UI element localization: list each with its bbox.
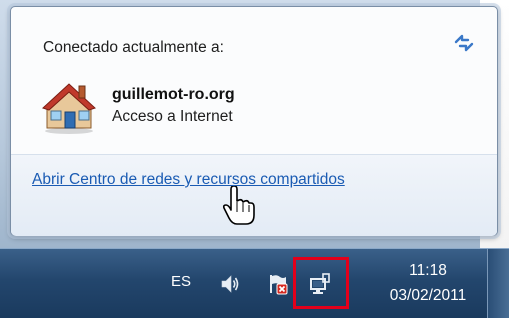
network-status: Acceso a Internet bbox=[112, 108, 233, 125]
clock-time[interactable]: 11:18 bbox=[376, 262, 480, 280]
taskbar: ES 11:18 03/02/2011 bbox=[0, 248, 509, 318]
network-name: guillemot-ro.org bbox=[112, 86, 235, 103]
refresh-icon[interactable] bbox=[453, 33, 475, 53]
show-desktop-button[interactable] bbox=[487, 249, 509, 318]
action-center-flag-icon[interactable] bbox=[267, 273, 289, 295]
open-network-center-link[interactable]: Abrir Centro de redes y recursos compart… bbox=[32, 171, 345, 189]
language-indicator[interactable]: ES bbox=[171, 273, 191, 290]
speaker-icon[interactable] bbox=[219, 273, 241, 295]
clock-date[interactable]: 03/02/2011 bbox=[364, 287, 492, 305]
home-network-icon bbox=[42, 83, 96, 134]
network-icon-highlight bbox=[293, 257, 349, 309]
connection-header: Conectado actualmente a: bbox=[43, 39, 224, 56]
flyout-content: Conectado actualmente a: guillemot-ro.or… bbox=[11, 7, 497, 153]
hand-cursor-icon bbox=[222, 186, 255, 225]
